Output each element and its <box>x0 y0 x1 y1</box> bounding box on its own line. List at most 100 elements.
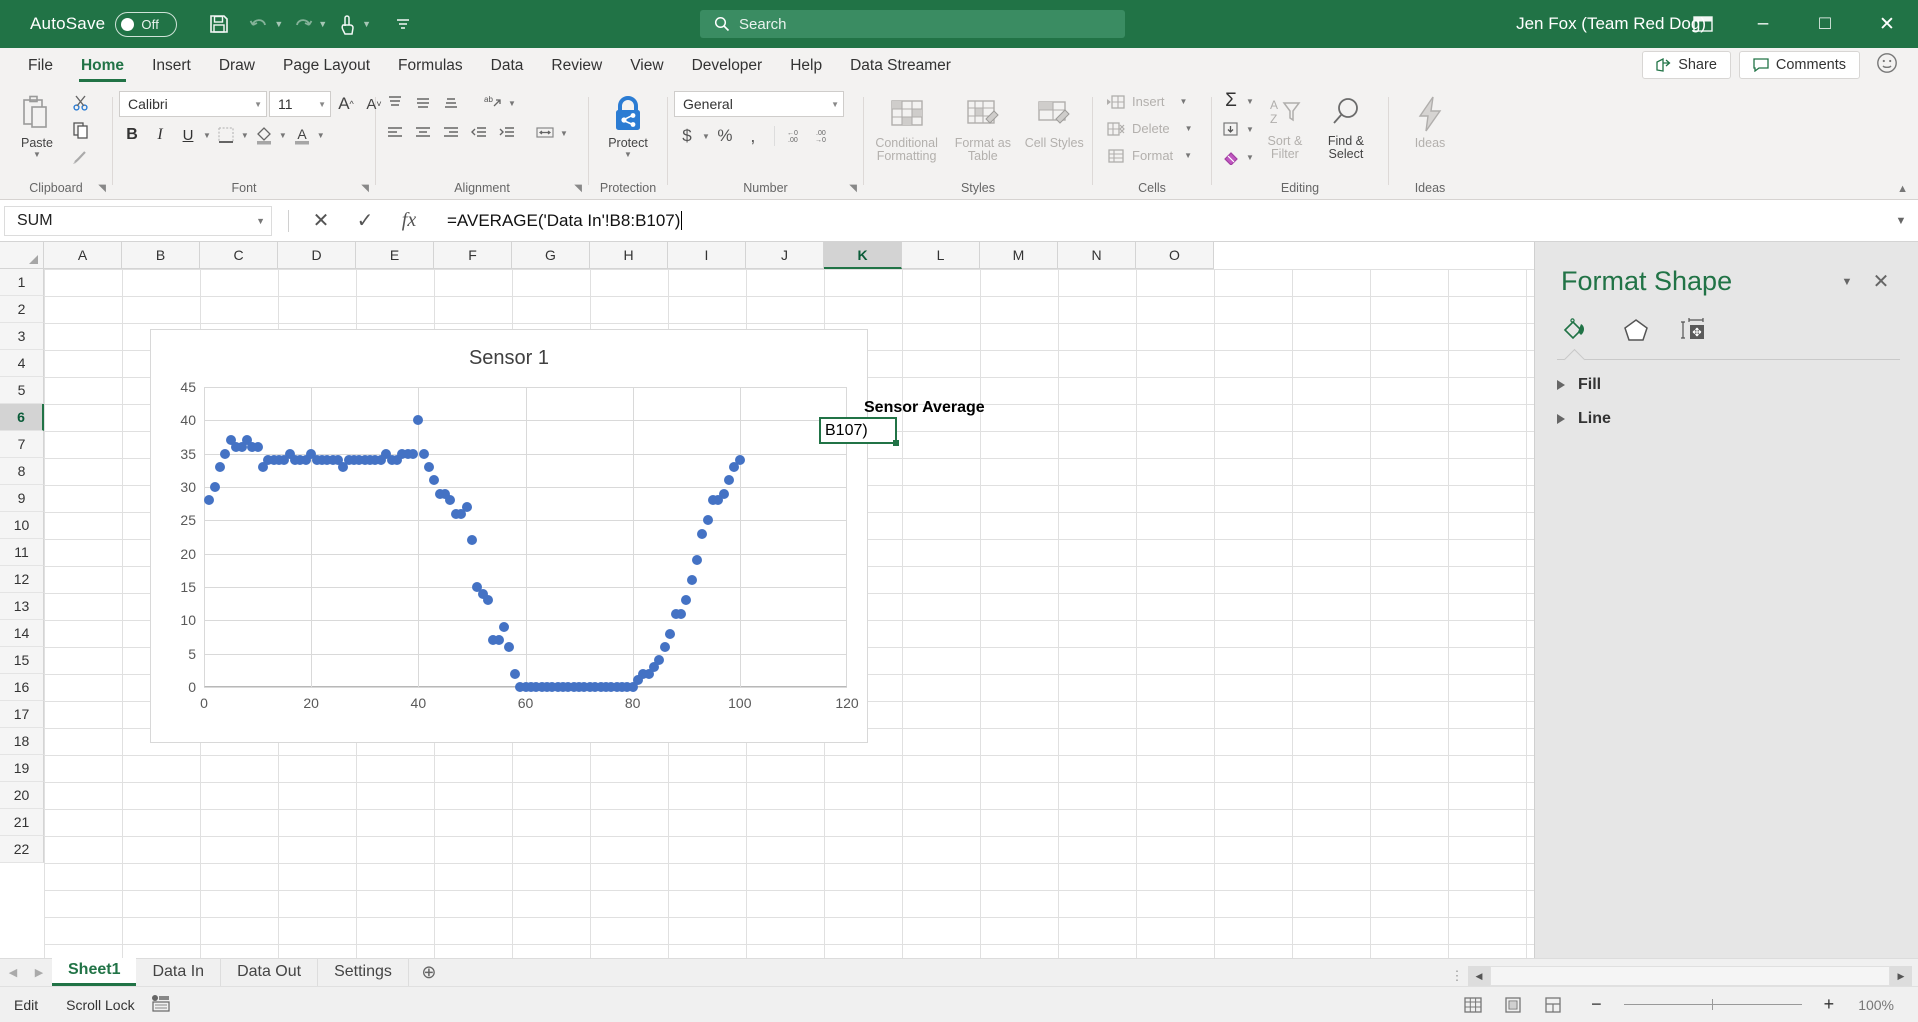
row-header-19[interactable]: 19 <box>0 755 44 782</box>
touch-mode-icon[interactable] <box>327 4 367 44</box>
row-header-16[interactable]: 16 <box>0 674 44 701</box>
split-handle[interactable]: ⋮ <box>1446 968 1468 984</box>
cell-styles-button[interactable]: Cell Styles <box>1022 89 1086 150</box>
percent-style-icon[interactable]: % <box>712 124 738 148</box>
page-layout-view-icon[interactable] <box>1493 993 1533 1017</box>
touch-mode-dropdown-icon[interactable]: ▼ <box>362 19 371 29</box>
ideas-button[interactable]: Ideas <box>1399 89 1461 150</box>
align-middle-icon[interactable] <box>410 91 436 115</box>
orientation-dropdown-icon[interactable]: ▼ <box>508 99 516 108</box>
previous-sheet-icon[interactable]: ◀ <box>0 958 26 986</box>
add-sheet-plus-icon[interactable]: ⊕ <box>409 958 449 986</box>
paste-dropdown-icon[interactable]: ▼ <box>33 150 41 159</box>
row-header-8[interactable]: 8 <box>0 458 44 485</box>
accounting-dropdown-icon[interactable]: ▼ <box>702 132 710 141</box>
sigma-autosum-icon[interactable]: Σ <box>1218 89 1244 113</box>
cancel-x-icon[interactable]: ✕ <box>299 206 343 236</box>
borders-dropdown-icon[interactable]: ▼ <box>241 131 249 140</box>
insert-function-fx-icon[interactable]: fx <box>387 206 431 236</box>
row-header-17[interactable]: 17 <box>0 701 44 728</box>
zoom-in-button[interactable]: + <box>1814 994 1845 1015</box>
save-icon[interactable] <box>199 4 239 44</box>
row-header-11[interactable]: 11 <box>0 539 44 566</box>
bold-button[interactable]: B <box>119 123 145 147</box>
merge-and-center-icon[interactable] <box>532 121 558 145</box>
font-color-icon[interactable]: A <box>289 123 315 147</box>
protect-dropdown-icon[interactable]: ▼ <box>624 150 632 159</box>
smiley-face-icon[interactable] <box>1868 52 1906 79</box>
customize-quick-access-icon[interactable] <box>383 4 423 44</box>
number-format-select[interactable]: General ▼ <box>674 91 844 117</box>
zoom-slider[interactable] <box>1623 999 1802 1010</box>
redo-dropdown-icon[interactable]: ▼ <box>318 19 327 29</box>
column-header-i[interactable]: I <box>668 242 746 269</box>
undo-dropdown-icon[interactable]: ▼ <box>274 19 283 29</box>
fill-and-line-icon[interactable] <box>1557 311 1599 349</box>
row-header-9[interactable]: 9 <box>0 485 44 512</box>
align-right-icon[interactable] <box>438 121 464 145</box>
row-header-18[interactable]: 18 <box>0 728 44 755</box>
alignment-dialog-launcher[interactable]: ◥ <box>574 181 582 197</box>
borders-icon[interactable] <box>213 123 239 147</box>
format-as-table-button[interactable]: Format as Table <box>947 89 1018 163</box>
column-header-g[interactable]: G <box>512 242 590 269</box>
chart-object-sensor-1[interactable]: Sensor 1 0 5 10 15 20 25 30 35 40 45 0 20 40 60 80 100… <box>150 329 868 743</box>
horizontal-scrollbar[interactable]: ◀ ▶ <box>1468 966 1918 986</box>
row-header-14[interactable]: 14 <box>0 620 44 647</box>
conditional-formatting-button[interactable]: Conditional Formatting <box>870 89 943 163</box>
tab-file[interactable]: File <box>14 54 67 82</box>
font-size-input[interactable]: 11 ▼ <box>269 91 331 117</box>
share-button[interactable]: Share <box>1642 51 1731 79</box>
underline-dropdown-icon[interactable]: ▼ <box>203 131 211 140</box>
decrease-decimal-icon[interactable]: ←0.00 <box>783 124 809 148</box>
row-header-6[interactable]: 6 <box>0 404 44 431</box>
font-color-dropdown-icon[interactable]: ▼ <box>317 131 325 140</box>
column-header-b[interactable]: B <box>122 242 200 269</box>
row-header-5[interactable]: 5 <box>0 377 44 404</box>
row-header-7[interactable]: 7 <box>0 431 44 458</box>
font-dialog-launcher[interactable]: ◥ <box>361 181 369 197</box>
user-account-name[interactable]: Jen Fox (Team Red Dog) <box>1516 14 1706 34</box>
autosave-toggle[interactable]: Off <box>115 11 178 37</box>
decrease-indent-icon[interactable] <box>466 121 492 145</box>
sheet-tab-data-in[interactable]: Data In <box>136 958 222 986</box>
tab-review[interactable]: Review <box>537 54 616 82</box>
column-header-k[interactable]: K <box>824 242 902 269</box>
redo-icon[interactable] <box>283 4 323 44</box>
autosave-control[interactable]: AutoSave Off <box>30 11 178 37</box>
tab-data[interactable]: Data <box>477 54 538 82</box>
expand-formula-bar-icon[interactable]: ▼ <box>1884 215 1918 227</box>
clear-dropdown-icon[interactable]: ▼ <box>1246 153 1254 162</box>
sheet-tab-settings[interactable]: Settings <box>318 958 409 986</box>
maximize-button[interactable]: □ <box>1794 0 1856 48</box>
tab-formulas[interactable]: Formulas <box>384 54 477 82</box>
text-orientation-icon[interactable]: ab <box>480 91 506 115</box>
column-header-d[interactable]: D <box>278 242 356 269</box>
row-header-22[interactable]: 22 <box>0 836 44 863</box>
sheet-tab-data-out[interactable]: Data Out <box>221 958 319 986</box>
zoom-level-label[interactable]: 100% <box>1844 997 1918 1013</box>
fill-color-icon[interactable] <box>251 123 277 147</box>
protect-button[interactable]: Protect ▼ <box>597 89 659 159</box>
row-header-13[interactable]: 13 <box>0 593 44 620</box>
fill-color-dropdown-icon[interactable]: ▼ <box>279 131 287 140</box>
comma-style-icon[interactable]: , <box>740 124 766 148</box>
active-cell-k6[interactable]: B107) <box>819 417 899 446</box>
search-box[interactable]: Search <box>700 10 1125 38</box>
row-header-2[interactable]: 2 <box>0 296 44 323</box>
row-header-15[interactable]: 15 <box>0 647 44 674</box>
column-header-l[interactable]: L <box>902 242 980 269</box>
grow-font-icon[interactable]: A ^ <box>333 92 359 116</box>
size-and-properties-icon[interactable] <box>1673 311 1715 349</box>
close-button[interactable]: ✕ <box>1856 0 1918 48</box>
row-header-20[interactable]: 20 <box>0 782 44 809</box>
tab-help[interactable]: Help <box>776 54 836 82</box>
align-top-icon[interactable] <box>382 91 408 115</box>
insert-dropdown-icon[interactable]: ▼ <box>1180 97 1188 106</box>
fill-dropdown-icon[interactable]: ▼ <box>1246 125 1254 134</box>
hscroll-left-icon[interactable]: ◀ <box>1468 966 1490 986</box>
increase-decimal-icon[interactable]: .00 →0 <box>811 124 837 148</box>
paste-button[interactable]: Paste ▼ <box>6 89 68 159</box>
collapse-ribbon-icon[interactable]: ▲ <box>1897 183 1908 195</box>
column-header-j[interactable]: J <box>746 242 824 269</box>
